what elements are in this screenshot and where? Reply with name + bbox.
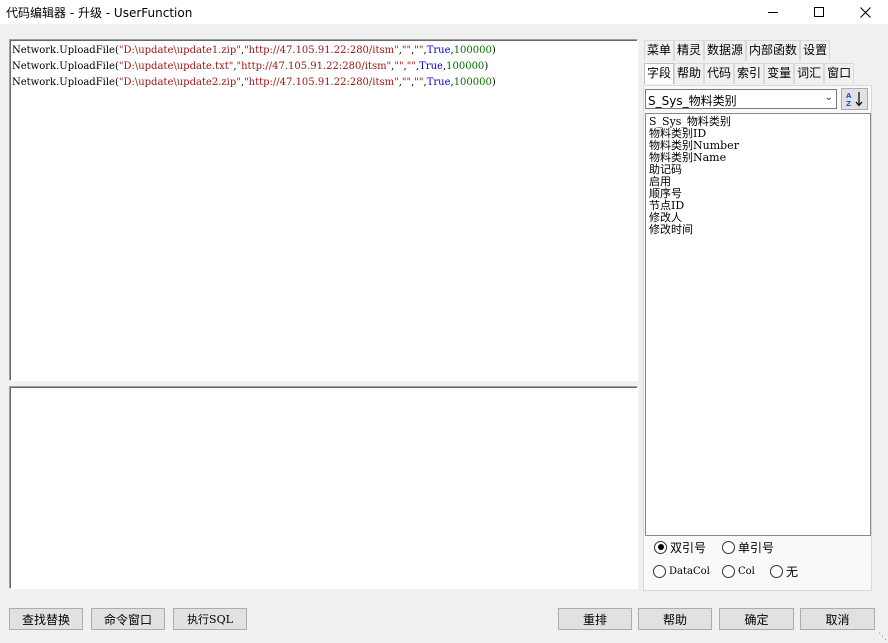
radio-col-label: Col (738, 565, 755, 577)
code-bool: True (426, 45, 451, 56)
code-path: "D:\update\update2.zip" (118, 77, 241, 88)
code-url: "http://47.105.91.22:280/itsm" (244, 77, 399, 88)
radio-none-label: 无 (786, 564, 799, 579)
minimize-button[interactable] (750, 0, 796, 24)
tab-internal-functions[interactable]: 内部函数 (746, 40, 801, 61)
code-suffix: ) (491, 77, 496, 88)
svg-text:Z: Z (846, 100, 851, 107)
find-replace-button[interactable]: 查找替换 (9, 608, 83, 630)
tab-datasource[interactable]: 数据源 (704, 40, 747, 61)
radio-unselected-icon (770, 564, 783, 578)
code-prefix: Network.UploadFile( (12, 45, 119, 56)
tab-row-top: 菜单 精灵 数据源 内部函数 设置 (644, 40, 831, 61)
tab-vocabulary[interactable]: 词汇 (794, 63, 825, 84)
tab-fields[interactable]: 字段 (644, 63, 675, 84)
tab-code[interactable]: 代码 (704, 63, 735, 84)
cancel-button[interactable]: 取消 (800, 608, 875, 630)
table-select[interactable]: S_Sys_物料类别 ⌄ (645, 89, 837, 109)
radio-datacol-label: DataCol (669, 565, 710, 577)
code-empty-arg: "" (414, 77, 424, 88)
code-number: 100000 (453, 77, 492, 88)
maximize-icon (814, 7, 824, 17)
tab-help[interactable]: 帮助 (674, 63, 705, 84)
code-empty-arg: "" (414, 45, 424, 56)
radio-col[interactable]: Col (722, 563, 755, 579)
code-path: "D:\update\update.txt" (118, 61, 234, 72)
code-empty-arg: "" (394, 61, 404, 72)
code-line: Network.UploadFile("D:\update\update1.zi… (12, 43, 496, 59)
code-line: Network.UploadFile("D:\update\update2.zi… (12, 75, 496, 91)
tab-wizard[interactable]: 精灵 (674, 40, 705, 61)
code-bool: True (419, 61, 443, 72)
code-suffix: ) (484, 61, 489, 72)
radio-double-quote-label: 双引号 (670, 540, 707, 555)
tab-settings[interactable]: 设置 (800, 40, 831, 61)
svg-text:A: A (846, 92, 852, 100)
radio-unselected-icon (722, 540, 735, 554)
radio-selected-icon (654, 540, 667, 554)
field-list-item[interactable]: 修改时间 (649, 224, 693, 236)
code-content[interactable]: Network.UploadFile("D:\update\update1.zi… (12, 43, 496, 91)
close-icon (859, 6, 871, 18)
code-bool: True (426, 77, 451, 88)
command-window-button[interactable]: 命令窗口 (91, 608, 165, 630)
tab-menu[interactable]: 菜单 (644, 40, 675, 61)
maximize-button[interactable] (796, 0, 842, 24)
window-title: 代码编辑器 - 升级 - UserFunction (6, 6, 193, 20)
code-line: Network.UploadFile("D:\update\update.txt… (12, 59, 496, 75)
tab-window[interactable]: 窗口 (824, 63, 855, 84)
execute-sql-button[interactable]: 执行SQL (173, 608, 247, 630)
sort-az-icon: A Z (846, 92, 862, 107)
code-path: "D:\update\update1.zip" (118, 45, 241, 56)
title-bar: 代码编辑器 - 升级 - UserFunction (0, 0, 888, 24)
tab-variables[interactable]: 变量 (764, 63, 795, 84)
rearrange-button[interactable]: 重排 (558, 608, 632, 630)
tab-index[interactable]: 索引 (734, 63, 765, 84)
radio-none[interactable]: 无 (770, 563, 798, 579)
chevron-down-icon: ⌄ (824, 92, 833, 103)
output-pane[interactable] (9, 386, 638, 589)
code-number: 100000 (453, 45, 492, 56)
help-button[interactable]: 帮助 (638, 608, 712, 630)
code-empty-arg: "" (406, 61, 416, 72)
code-prefix: Network.UploadFile( (12, 61, 119, 72)
code-empty-arg: "" (401, 77, 412, 88)
radio-unselected-icon (653, 564, 666, 578)
code-editor-window: 代码编辑器 - 升级 - UserFunction Network.Upload… (0, 0, 888, 643)
code-prefix: Network.UploadFile( (12, 77, 119, 88)
code-number: 100000 (446, 61, 485, 72)
ok-button[interactable]: 确定 (719, 608, 794, 630)
resize-grip-icon[interactable]: ⋱ (878, 632, 887, 642)
field-list[interactable]: S_Sys_物料类别 物料类别ID 物料类别Number 物料类别Name 助记码 启用顺… (645, 113, 871, 536)
code-url: "http://47.105.91.22:280/itsm" (244, 45, 399, 56)
radio-double-quote[interactable]: 双引号 (654, 539, 706, 555)
table-select-value: S_Sys_物料类别 (648, 94, 737, 108)
close-button[interactable] (842, 0, 888, 24)
tab-row-bottom: 字段 帮助 代码 索引 变量 词汇 窗口 (644, 63, 855, 84)
sort-az-button[interactable]: A Z (841, 88, 868, 110)
code-editor[interactable]: Network.UploadFile("D:\update\update1.zi… (9, 39, 638, 381)
minimize-icon (768, 11, 778, 13)
radio-single-quote[interactable]: 单引号 (722, 539, 774, 555)
code-url: "http://47.105.91.22:280/itsm" (236, 61, 392, 72)
radio-single-quote-label: 单引号 (738, 540, 775, 555)
code-suffix: ) (491, 45, 496, 56)
code-empty-arg: "" (401, 45, 412, 56)
radio-datacol[interactable]: DataCol (653, 563, 710, 579)
radio-unselected-icon (722, 564, 735, 578)
